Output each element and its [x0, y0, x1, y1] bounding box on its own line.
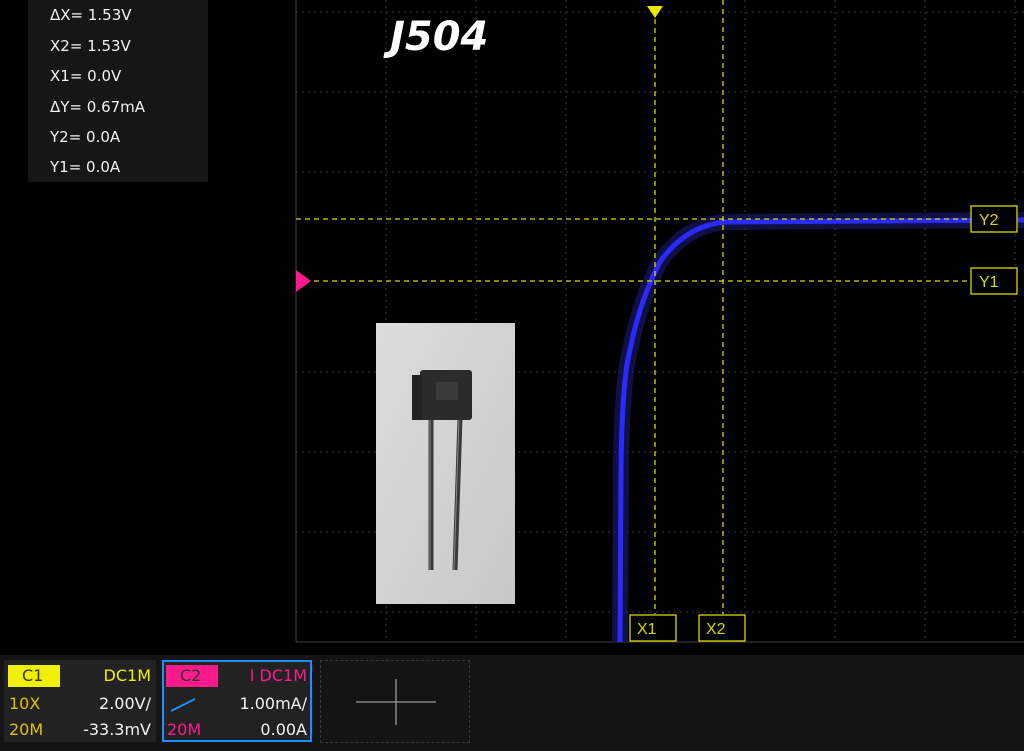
channel2-bandwidth: 20M [167, 720, 202, 739]
plus-icon [356, 679, 436, 725]
readout-delta-x: ΔX= 1.53V [50, 6, 132, 24]
channel2-badge: C2 [166, 665, 218, 687]
cursor-label-x1-text: X1 [637, 621, 657, 638]
cursor-label-y2[interactable]: Y2 [970, 205, 1018, 233]
part-title: J504 [383, 14, 488, 60]
channel2-offset: 0.00A [260, 720, 307, 739]
channel1-panel[interactable]: C1 DC1M 10X 2.00V/ 20M -33.3mV [4, 660, 156, 742]
channel-bar: C1 DC1M 10X 2.00V/ 20M -33.3mV C2 I DC1M… [0, 655, 1024, 751]
channel1-scale: 2.00V/ [99, 694, 151, 713]
channel2-coupling: I DC1M [249, 666, 307, 685]
readout-y1: Y1= 0.0A [50, 158, 121, 176]
jfet-transistor-photo [376, 323, 515, 604]
cursor-label-y2-text: Y2 [979, 212, 999, 229]
readout-y2: Y2= 0.0A [50, 128, 121, 146]
channel1-bandwidth: 20M [9, 720, 44, 739]
channel2-name: C2 [180, 666, 202, 685]
cursor-label-x1[interactable]: X1 [629, 614, 677, 642]
readout-x1: X1= 0.0V [50, 67, 122, 85]
cursor-label-y1[interactable]: Y1 [970, 267, 1018, 295]
cursor-readout-panel: ΔX= 1.53V X2= 1.53V X1= 0.0V ΔY= 0.67mA … [28, 0, 208, 182]
add-channel-button[interactable] [320, 660, 470, 743]
cursor-label-x2-text: X2 [706, 621, 726, 638]
cursor-label-y1-text: Y1 [979, 274, 999, 291]
cursor-label-x2[interactable]: X2 [698, 614, 746, 642]
channel2-panel[interactable]: C2 I DC1M 1.00mA/ 20M 0.00A [162, 660, 312, 742]
channel1-probe: 10X [9, 694, 41, 713]
readout-delta-y: ΔY= 0.67mA [50, 98, 146, 116]
channel1-name: C1 [22, 666, 44, 685]
readout-x2: X2= 1.53V [50, 37, 131, 55]
channel2-scale: 1.00mA/ [239, 694, 307, 713]
channel1-coupling: DC1M [103, 666, 151, 685]
channel1-badge: C1 [8, 665, 60, 687]
channel1-offset: -33.3mV [83, 720, 151, 739]
probe-type-icon [170, 698, 196, 712]
